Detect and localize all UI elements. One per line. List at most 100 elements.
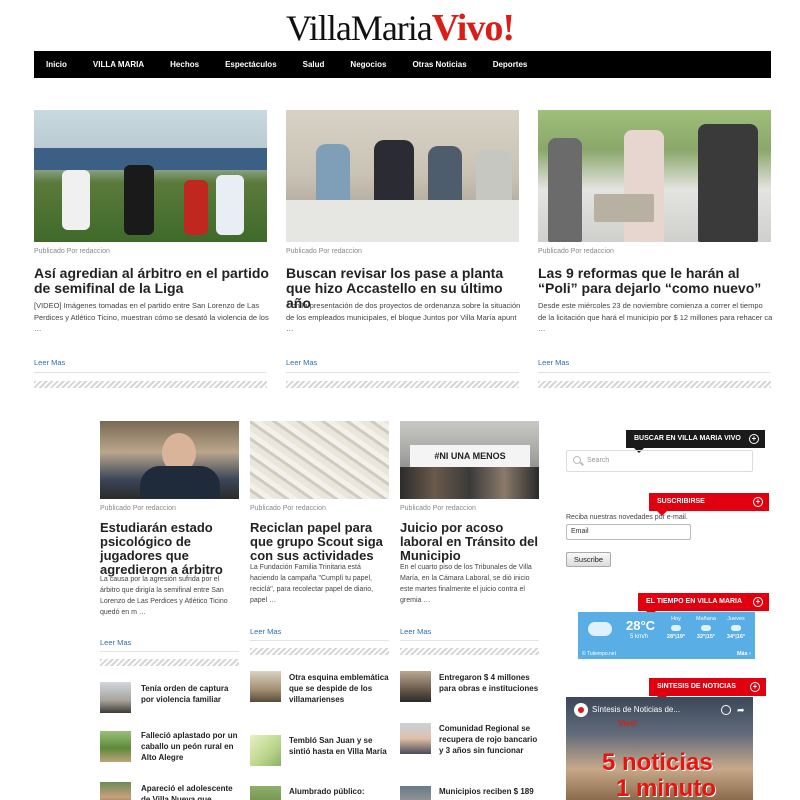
- photo-person: [476, 150, 512, 204]
- featured-3-photo[interactable]: [538, 110, 771, 242]
- featured-1-excerpt: [VIDEO] Imágenes tomadas en el partido e…: [34, 301, 269, 334]
- photo-table: [286, 200, 519, 242]
- featured-2-excerpt: Con la presentación de dos proyectos de …: [286, 301, 521, 334]
- cloud-icon: [731, 625, 741, 631]
- photo-person: [698, 124, 758, 242]
- featured-3-title[interactable]: Las 9 reformas que le harán al “Poli” pa…: [538, 265, 773, 296]
- weather-more-link[interactable]: Más ›: [737, 651, 751, 657]
- list-item-thumb[interactable]: [250, 671, 281, 702]
- list-item-title[interactable]: Falleció aplastado por un caballo un peó…: [141, 730, 241, 764]
- logo-vivo: Vivo!: [431, 7, 515, 49]
- secondary-1-meta: Publicado Por redaccion: [100, 505, 176, 512]
- secondary-2-title[interactable]: Reciclan papel para que grupo Scout siga…: [250, 520, 392, 563]
- featured-3-excerpt: Desde este miércoles 23 de noviembre com…: [538, 301, 773, 334]
- nav-otras-noticias[interactable]: Otras Noticias: [412, 60, 466, 69]
- featured-1-read-more[interactable]: Leer Mas: [34, 358, 65, 367]
- photo-suit: [140, 466, 220, 499]
- secondary-2-read-more[interactable]: Leer Mas: [250, 627, 281, 636]
- video-overlay-text: 1 minuto: [616, 775, 716, 800]
- secondary-1-photo[interactable]: [100, 421, 239, 499]
- forecast-day-label: Jueves: [727, 616, 745, 622]
- list-item-title[interactable]: Municipios reciben $ 189: [439, 786, 539, 797]
- featured-1-photo[interactable]: [34, 110, 267, 242]
- featured-2-read-more[interactable]: Leer Mas: [286, 358, 317, 367]
- list-item-title[interactable]: Otra esquina emblemática que se despide …: [289, 672, 389, 706]
- list-item-thumb[interactable]: [400, 671, 431, 702]
- weather-widget-header: EL TIEMPO EN VILLA MARIA +: [638, 593, 769, 616]
- search-widget-title: BUSCAR EN VILLA MARIA VIVO: [634, 435, 741, 442]
- list-item-thumb[interactable]: [250, 786, 281, 800]
- photo-person: [428, 146, 462, 204]
- striped-divider: [34, 381, 267, 388]
- news-widget-header: SINTESIS DE NOTICIAS +: [649, 678, 766, 701]
- expand-icon[interactable]: +: [753, 597, 763, 607]
- secondary-1-excerpt: La causa por la agresión sufrida por el …: [100, 576, 228, 616]
- photo-player: [216, 175, 244, 235]
- divider: [286, 372, 519, 373]
- list-item-thumb[interactable]: [250, 735, 281, 766]
- nav-inicio[interactable]: Inicio: [46, 60, 67, 69]
- secondary-3-photo[interactable]: #NI UNA MENOS: [400, 421, 539, 499]
- nav-villa-maria[interactable]: VILLA MARIA: [93, 60, 144, 69]
- forecast-day-label: Hoy: [671, 616, 681, 622]
- striped-divider: [250, 648, 389, 655]
- list-item-thumb[interactable]: [100, 731, 131, 762]
- watch-later-icon[interactable]: [721, 705, 731, 715]
- list-item-title[interactable]: Comunidad Regional se recupera de rojo b…: [439, 723, 539, 757]
- divider: [538, 372, 771, 373]
- featured-3-read-more[interactable]: Leer Mas: [538, 358, 569, 367]
- featured-1-meta: Publicado Por redaccion: [34, 248, 110, 255]
- striped-divider: [286, 381, 519, 388]
- expand-icon[interactable]: +: [749, 434, 759, 444]
- weather-brand[interactable]: © Tutiempo.net: [582, 651, 616, 657]
- partly-cloudy-icon: [582, 616, 612, 636]
- list-item-thumb[interactable]: [100, 682, 131, 713]
- weather-widget[interactable]: 28°C 5 km/h Hoy 28°|19° Mañana 32°|15° J…: [578, 612, 755, 659]
- forecast-day: Jueves 34°|16°: [722, 616, 750, 640]
- expand-icon[interactable]: +: [753, 497, 763, 507]
- forecast-day: Hoy 28°|19°: [662, 616, 690, 640]
- featured-2-photo[interactable]: [286, 110, 519, 242]
- nav-espectaculos[interactable]: Espectáculos: [225, 60, 277, 69]
- secondary-1-title[interactable]: Estudiarán estado psicológico de jugador…: [100, 520, 240, 577]
- divider: [34, 372, 267, 373]
- subscribe-button[interactable]: Suscribe: [566, 552, 611, 567]
- secondary-1-read-more[interactable]: Leer Mas: [100, 638, 131, 647]
- list-item-title[interactable]: Alumbrado público:: [289, 786, 389, 797]
- subscribe-widget-header: SUSCRIBIRSE +: [649, 493, 769, 516]
- list-item-title[interactable]: Tenía orden de captura por violencia fam…: [141, 683, 241, 705]
- secondary-3-read-more[interactable]: Leer Mas: [400, 627, 431, 636]
- email-field[interactable]: Email: [566, 524, 691, 540]
- striped-divider: [400, 648, 539, 655]
- news-video-player[interactable]: Síntesis de Noticias de... ➦ Vivo! 5 not…: [566, 697, 753, 800]
- share-icon[interactable]: ➦: [737, 705, 747, 715]
- divider: [250, 640, 389, 641]
- photo-person: [374, 140, 414, 204]
- subscribe-text: Reciba nuestras novedades por e-mail.: [566, 514, 688, 521]
- list-item-title[interactable]: Entregaron $ 4 millones para obras e ins…: [439, 672, 539, 694]
- list-item-title[interactable]: Tembló San Juan y se sintió hasta en Vil…: [289, 735, 389, 757]
- nav-salud[interactable]: Salud: [303, 60, 325, 69]
- search-input[interactable]: Search: [566, 450, 753, 472]
- featured-1-title[interactable]: Así agredian al árbitro en el partido de…: [34, 265, 269, 296]
- cloud-icon: [671, 625, 681, 631]
- list-item-thumb[interactable]: [400, 786, 431, 800]
- nav-deportes[interactable]: Deportes: [493, 60, 528, 69]
- list-item-title[interactable]: Apareció el adolescente de Villa Nueva q…: [141, 783, 241, 800]
- channel-avatar[interactable]: [574, 703, 588, 717]
- secondary-3-meta: Publicado Por redaccion: [400, 505, 476, 512]
- nav-negocios[interactable]: Negocios: [350, 60, 386, 69]
- photo-referee: [124, 165, 154, 235]
- secondary-2-excerpt: La Fundación Familia Trinitaria está hac…: [250, 564, 374, 604]
- current-temperature: 28°C: [626, 618, 656, 633]
- secondary-3-title[interactable]: Juicio por acoso laboral en Tránsito del…: [400, 520, 542, 563]
- video-title[interactable]: Síntesis de Noticias de...: [592, 705, 742, 714]
- nav-hechos[interactable]: Hechos: [170, 60, 199, 69]
- secondary-2-photo[interactable]: [250, 421, 389, 499]
- expand-icon[interactable]: +: [750, 682, 760, 692]
- list-item-thumb[interactable]: [100, 782, 131, 800]
- search-widget-header: BUSCAR EN VILLA MARIA VIVO +: [626, 430, 765, 453]
- site-logo[interactable]: VillaMariaVivo!: [0, 6, 800, 49]
- wind-speed: 5 km/h: [630, 634, 649, 640]
- list-item-thumb[interactable]: [400, 723, 431, 754]
